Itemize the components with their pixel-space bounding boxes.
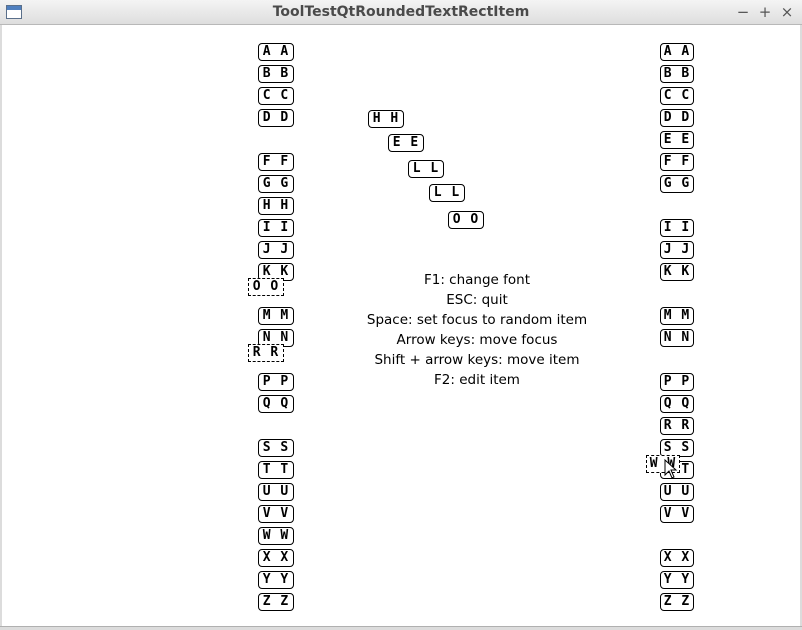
right-column-item-q-q[interactable]: Q Q: [660, 395, 694, 413]
help-line-move-item: Shift + arrow keys: move item: [374, 352, 580, 368]
left-column-item-d-d[interactable]: D D: [258, 109, 294, 127]
title-bar[interactable]: ToolTestQtRoundedTextRectItem − + ×: [0, 0, 802, 25]
close-button[interactable]: ×: [778, 3, 796, 21]
right-column-item-y-y[interactable]: Y Y: [660, 571, 694, 589]
window-frame-bottom: [0, 626, 802, 630]
help-line-random-focus: Space: set focus to random item: [366, 312, 588, 328]
right-column-item-a-a[interactable]: A A: [660, 43, 694, 61]
left-column-item-u-u[interactable]: U U: [258, 483, 294, 501]
left-column-item-c-c[interactable]: C C: [258, 87, 294, 105]
left-column-item-v-v[interactable]: V V: [258, 505, 294, 523]
diagonal-item-o-o[interactable]: O O: [448, 211, 484, 229]
right-column-item-x-x[interactable]: X X: [660, 549, 694, 567]
right-column-item-g-g[interactable]: G G: [660, 175, 694, 193]
right-column-item-b-b[interactable]: B B: [660, 65, 694, 83]
right-column-item-n-n[interactable]: N N: [660, 329, 694, 347]
left-column-item-s-s[interactable]: S S: [258, 439, 294, 457]
right-column-item-i-i[interactable]: I I: [660, 219, 694, 237]
right-column-item-z-z[interactable]: Z Z: [660, 593, 694, 611]
right-column-item-d-d[interactable]: D D: [660, 109, 694, 127]
help-text: F1: change font ESC: quit Space: set foc…: [332, 270, 622, 390]
right-column-item-v-v[interactable]: V V: [660, 505, 694, 523]
window-title: ToolTestQtRoundedTextRectItem: [272, 4, 530, 20]
left-column-item-t-t[interactable]: T T: [258, 461, 294, 479]
left-column-item-f-f[interactable]: F F: [258, 153, 294, 171]
left-column-item-y-y[interactable]: Y Y: [258, 571, 294, 589]
left-column-item-r-r[interactable]: R R: [248, 344, 284, 362]
help-line-change-font: F1: change font: [423, 272, 531, 288]
right-column-item-p-p[interactable]: P P: [660, 373, 694, 391]
left-column-item-w-w[interactable]: W W: [258, 527, 294, 545]
left-column-item-z-z[interactable]: Z Z: [258, 593, 294, 611]
right-column-item-r-r[interactable]: R R: [660, 417, 694, 435]
left-column-item-x-x[interactable]: X X: [258, 549, 294, 567]
left-column-item-m-m[interactable]: M M: [258, 307, 294, 325]
graphics-scene[interactable]: F1: change font ESC: quit Space: set foc…: [2, 26, 800, 626]
left-column-item-i-i[interactable]: I I: [258, 219, 294, 237]
minimize-button[interactable]: −: [734, 3, 752, 21]
left-column-item-j-j[interactable]: J J: [258, 241, 294, 259]
left-column-item-o-o[interactable]: O O: [248, 278, 284, 296]
left-column-item-h-h[interactable]: H H: [258, 197, 294, 215]
right-column-item-f-f[interactable]: F F: [660, 153, 694, 171]
maximize-button[interactable]: +: [756, 3, 774, 21]
diagonal-item-e-e[interactable]: E E: [388, 134, 424, 152]
right-column-item-m-m[interactable]: M M: [660, 307, 694, 325]
help-line-quit: ESC: quit: [446, 292, 508, 308]
right-column-item-j-j[interactable]: J J: [660, 241, 694, 259]
left-column-item-q-q[interactable]: Q Q: [258, 395, 294, 413]
diagonal-item-h-h[interactable]: H H: [368, 110, 404, 128]
right-column-item-e-e[interactable]: E E: [660, 131, 694, 149]
right-column-item-c-c[interactable]: C C: [660, 87, 694, 105]
left-column-item-p-p[interactable]: P P: [258, 373, 294, 391]
left-column-item-g-g[interactable]: G G: [258, 175, 294, 193]
left-column-item-a-a[interactable]: A A: [258, 43, 294, 61]
diagonal-item-l-l[interactable]: L L: [408, 160, 444, 178]
right-column-item-u-u[interactable]: U U: [660, 483, 694, 501]
right-column-item-k-k[interactable]: K K: [660, 263, 694, 281]
help-line-move-focus: Arrow keys: move focus: [396, 332, 558, 348]
help-line-edit-item: F2: edit item: [434, 372, 520, 388]
left-column-item-b-b[interactable]: B B: [258, 65, 294, 83]
diagonal-item-l-l[interactable]: L L: [429, 184, 465, 202]
mouse-cursor-icon: [664, 459, 678, 479]
